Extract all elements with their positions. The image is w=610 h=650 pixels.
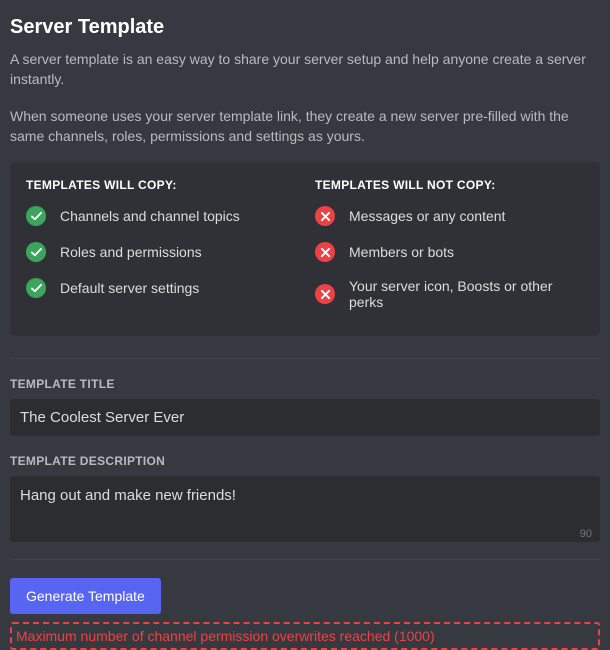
template-description-input[interactable] bbox=[10, 476, 600, 542]
not-copy-item: Messages or any content bbox=[315, 206, 584, 226]
cross-icon bbox=[315, 206, 335, 226]
copy-item-label: Roles and permissions bbox=[60, 244, 202, 260]
description-char-count: 90 bbox=[580, 528, 592, 540]
template-title-label: TEMPLATE TITLE bbox=[10, 377, 600, 391]
check-icon bbox=[26, 278, 46, 298]
not-copy-item-label: Messages or any content bbox=[349, 208, 505, 224]
will-copy-title: TEMPLATES WILL COPY: bbox=[26, 178, 295, 192]
copy-item: Roles and permissions bbox=[26, 242, 295, 262]
cross-icon bbox=[315, 242, 335, 262]
copy-item: Channels and channel topics bbox=[26, 206, 295, 226]
divider bbox=[10, 559, 600, 560]
intro-paragraph-2: When someone uses your server template l… bbox=[10, 106, 600, 147]
template-title-input[interactable] bbox=[10, 399, 600, 436]
copy-item-label: Default server settings bbox=[60, 280, 199, 296]
will-not-copy-title: TEMPLATES WILL NOT COPY: bbox=[315, 178, 584, 192]
not-copy-item-label: Your server icon, Boosts or other perks bbox=[349, 278, 584, 310]
not-copy-item: Members or bots bbox=[315, 242, 584, 262]
will-not-copy-column: TEMPLATES WILL NOT COPY: Messages or any… bbox=[315, 178, 584, 326]
copy-item-label: Channels and channel topics bbox=[60, 208, 240, 224]
info-box: TEMPLATES WILL COPY: Channels and channe… bbox=[10, 162, 600, 336]
will-copy-column: TEMPLATES WILL COPY: Channels and channe… bbox=[26, 178, 295, 326]
not-copy-item: Your server icon, Boosts or other perks bbox=[315, 278, 584, 310]
intro-paragraph-1: A server template is an easy way to shar… bbox=[10, 49, 600, 90]
divider bbox=[10, 358, 600, 359]
cross-icon bbox=[315, 284, 335, 304]
not-copy-item-label: Members or bots bbox=[349, 244, 454, 260]
generate-template-button[interactable]: Generate Template bbox=[10, 578, 161, 614]
copy-item: Default server settings bbox=[26, 278, 295, 298]
template-description-label: TEMPLATE DESCRIPTION bbox=[10, 454, 600, 468]
check-icon bbox=[26, 206, 46, 226]
page-title: Server Template bbox=[10, 0, 600, 49]
check-icon bbox=[26, 242, 46, 262]
